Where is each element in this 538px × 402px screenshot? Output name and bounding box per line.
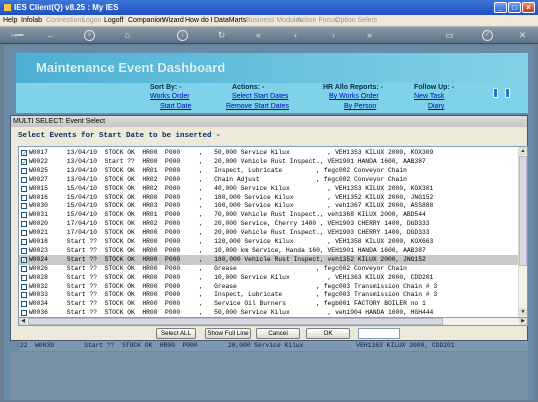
menu-wizard[interactable]: Wizard [162,16,184,26]
event-list[interactable]: ✓ W0017 13/04/10 STOCK OK HR00 P000 , 50,… [18,146,528,318]
show-full-line-button[interactable]: Show Full Line [205,328,251,339]
dialog-prompt: Select Events for Start Date to be inser… [18,132,221,140]
remove-start-dates-link[interactable]: Remove Start Dates [226,103,289,110]
scroll-thumb[interactable] [519,156,527,266]
check-icon[interactable]: ✓ [482,30,493,41]
minimize-button[interactable]: _ [494,2,507,13]
last-icon[interactable]: » [364,30,375,41]
scroll-down-arrow[interactable]: ▼ [519,308,527,316]
event-checkbox[interactable] [21,301,27,308]
event-checkbox[interactable] [21,194,27,201]
event-checkbox[interactable] [21,310,27,317]
event-row-text: W0036 Start ?? STOCK OK HR00 P000 , 50,0… [29,309,434,317]
cancel-button[interactable]: Cancel [256,328,300,339]
event-checkbox[interactable] [21,185,27,192]
select-start-dates-link[interactable]: Select Start Dates [232,93,288,100]
event-checkbox[interactable] [21,283,27,290]
vertical-scrollbar[interactable]: ▲ ▼ [518,147,527,317]
diary-link[interactable]: Diary [428,103,444,110]
dialog-title: MULTI SELECT: Event Select [11,116,527,127]
search-icon[interactable]: ⌕ [84,30,95,41]
by-person-link[interactable]: By Person [344,103,376,110]
menu-datamarts[interactable]: DataMarts [214,16,246,26]
maximize-button[interactable]: □ [508,2,521,13]
down-icon[interactable]: ↓ [177,30,188,41]
event-checkbox[interactable] [21,239,27,245]
menu-action-focus[interactable]: Action Focus [297,16,337,26]
sort-start-date-link[interactable]: Start Date [160,103,192,110]
new-task-link[interactable]: New Task [414,93,444,100]
back-icon[interactable]: ← [45,30,56,41]
menu-how-do-i[interactable]: How do I [185,16,213,26]
prev-icon[interactable]: ‹ [290,30,301,41]
select-all-button[interactable]: Select ALL [156,328,196,339]
scroll-right-arrow[interactable]: ▶ [519,318,527,325]
refresh-icon[interactable]: ↻ [216,30,227,41]
close-icon[interactable]: ✕ [517,30,528,41]
event-checkbox[interactable]: ✓ [21,256,27,263]
event-checkbox[interactable] [21,167,27,174]
menu-logoff[interactable]: Logoff [104,16,123,26]
side-icon-right[interactable] [505,88,510,98]
follow-up-heading: Follow Up: - [414,84,455,91]
sort-by-heading: Sort By: - [150,84,182,91]
toolbar: ⊸━ ← ⌕ ⌂ ↓ ↻ « ‹ › » ▭ ✓ ✕ [0,27,538,44]
next-icon[interactable]: › [328,30,339,41]
dashboard-title: Maintenance Event Dashboard [16,53,528,83]
event-checkbox[interactable] [21,230,27,237]
event-checkbox[interactable]: ✓ [21,150,27,157]
menu-help[interactable]: Help [3,16,17,26]
title-bar: IES Client(Q) v8.25 : My IES _ □ × [0,0,538,15]
background-list-row: 22 W0039 Start ?? STOCK OK HR00 P000 20,… [20,341,528,351]
scroll-up-arrow[interactable]: ▲ [519,147,527,155]
event-checkbox[interactable] [21,212,27,219]
dashboard-link-panel: Sort By: - Works Order Start Date Action… [16,83,528,113]
ok-button[interactable]: OK [306,328,350,339]
event-checkbox[interactable]: ✓ [21,158,27,165]
horizontal-scrollbar[interactable]: ◀ ▶ [18,318,528,326]
hscroll-thumb[interactable] [28,318,443,325]
menu-option-select[interactable]: Option Select [335,16,377,26]
sort-works-order-link[interactable]: Works Order [150,93,190,100]
hr-allo-reports-heading: HR Allo Reports: - [323,84,384,91]
event-checkbox[interactable] [21,274,27,281]
close-button[interactable]: × [522,2,535,13]
event-checkbox[interactable] [21,292,27,299]
key-icon[interactable]: ⊸━ [8,30,26,41]
window-title: IES Client(Q) v8.25 : My IES [14,3,119,12]
app-icon [3,3,12,12]
event-checkbox[interactable] [21,221,27,228]
by-works-order-link[interactable]: By Works Order [329,93,379,100]
dialog-input[interactable] [358,328,400,339]
actions-heading: Actions: - [232,84,265,91]
event-checkbox[interactable] [21,203,27,210]
scroll-left-arrow[interactable]: ◀ [19,318,27,325]
event-checkbox[interactable] [21,176,27,183]
print-icon[interactable]: ▭ [444,30,455,41]
event-row[interactable]: W0036 Start ?? STOCK OK HR00 P000 , 50,0… [19,308,519,317]
event-checkbox[interactable] [21,247,27,254]
menu-business-modules[interactable]: Business Modules [246,16,303,26]
menu-logon[interactable]: Logon [82,16,101,26]
menu-bar: Help Infolab Connections Logon Logoff Co… [0,15,538,27]
home-icon[interactable]: ⌂ [122,30,133,41]
event-checkbox[interactable] [21,265,27,272]
first-icon[interactable]: « [253,30,264,41]
side-icon-left[interactable] [493,88,498,98]
menu-companion[interactable]: Companion [128,16,164,26]
background-list-area [10,352,528,400]
menu-infolab[interactable]: Infolab [21,16,42,26]
menu-connections[interactable]: Connections [46,16,85,26]
